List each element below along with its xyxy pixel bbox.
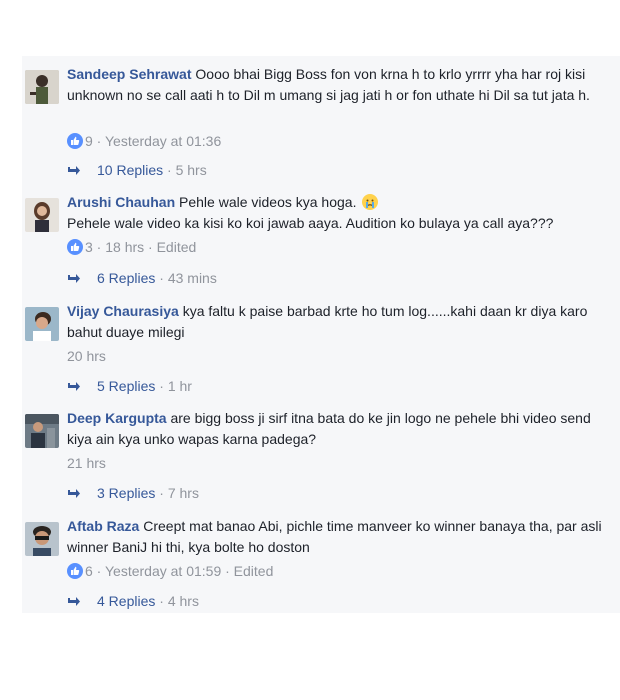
thumbs-up-icon[interactable]: [67, 133, 83, 149]
comment-meta: 20 hrs: [67, 347, 106, 365]
avatar[interactable]: [25, 307, 59, 341]
view-replies-link[interactable]: 10 Replies · 5 hrs: [67, 161, 207, 179]
thumbs-up-icon[interactable]: [67, 239, 83, 255]
reply-arrow-icon: [68, 382, 80, 391]
comment-body: Deep Kargupta are bigg boss ji sirf itna…: [67, 408, 606, 450]
thumbs-up-icon[interactable]: [67, 563, 83, 579]
reply-arrow-icon: [68, 274, 80, 283]
comment-meta: 9 · Yesterday at 01:36: [67, 132, 221, 150]
avatar[interactable]: [25, 70, 59, 104]
avatar[interactable]: [25, 198, 59, 232]
crying-face-icon: [362, 194, 379, 210]
comment-meta: 3 · 18 hrs · Edited: [67, 238, 196, 256]
view-replies-link[interactable]: 4 Replies · 4 hrs: [67, 592, 199, 610]
replies-time: · 7 hrs: [155, 485, 199, 501]
comment-text: Creept mat banao Abi, pichle time manvee…: [67, 518, 602, 555]
replies-time: · 4 hrs: [155, 593, 199, 609]
reply-arrow-icon: [68, 597, 80, 606]
like-count[interactable]: 3: [85, 239, 93, 255]
replies-time: · 1 hr: [155, 378, 192, 394]
reply-arrow-icon: [68, 489, 80, 498]
comment-body: Sandeep Sehrawat Oooo bhai Bigg Boss fon…: [67, 64, 606, 106]
comment-body: Arushi Chauhan Pehle wale videos kya hog…: [67, 192, 606, 234]
avatar[interactable]: [25, 522, 59, 556]
view-replies-link[interactable]: 5 Replies · 1 hr: [67, 377, 192, 395]
comment-timestamp[interactable]: · 18 hrs · Edited: [93, 239, 197, 255]
like-count[interactable]: 9: [85, 133, 93, 149]
reply-arrow-icon: [68, 166, 80, 175]
comment-author[interactable]: Vijay Chaurasiya: [67, 303, 179, 319]
comment-text: Pehle wale videos kya hoga.: [175, 194, 357, 210]
comment-timestamp[interactable]: 21 hrs: [67, 455, 106, 471]
avatar[interactable]: [25, 414, 59, 448]
replies-time: · 43 mins: [155, 270, 217, 286]
comment-timestamp[interactable]: 20 hrs: [67, 348, 106, 364]
like-count[interactable]: 6: [85, 563, 93, 579]
comment-text-line2: Pehele wale video ka kisi ko koi jawab a…: [67, 215, 554, 231]
replies-count[interactable]: 5 Replies: [97, 378, 155, 394]
view-replies-link[interactable]: 3 Replies · 7 hrs: [67, 484, 199, 502]
comment-body: Vijay Chaurasiya kya faltu k paise barba…: [67, 301, 606, 343]
replies-count[interactable]: 4 Replies: [97, 593, 155, 609]
replies-count[interactable]: 10 Replies: [97, 162, 163, 178]
comment-author[interactable]: Sandeep Sehrawat: [67, 66, 192, 82]
comment-author[interactable]: Aftab Raza: [67, 518, 139, 534]
replies-count[interactable]: 6 Replies: [97, 270, 155, 286]
comment-body: Aftab Raza Creept mat banao Abi, pichle …: [67, 516, 606, 558]
comment-timestamp[interactable]: · Yesterday at 01:36: [93, 133, 222, 149]
comments-panel: Sandeep Sehrawat Oooo bhai Bigg Boss fon…: [22, 56, 620, 613]
replies-time: · 5 hrs: [163, 162, 207, 178]
comment-meta: 21 hrs: [67, 454, 106, 472]
comment-author[interactable]: Arushi Chauhan: [67, 194, 175, 210]
replies-count[interactable]: 3 Replies: [97, 485, 155, 501]
comment-meta: 6 · Yesterday at 01:59 · Edited: [67, 562, 273, 580]
comment-timestamp[interactable]: · Yesterday at 01:59 · Edited: [93, 563, 274, 579]
view-replies-link[interactable]: 6 Replies · 43 mins: [67, 269, 217, 287]
comment-author[interactable]: Deep Kargupta: [67, 410, 167, 426]
